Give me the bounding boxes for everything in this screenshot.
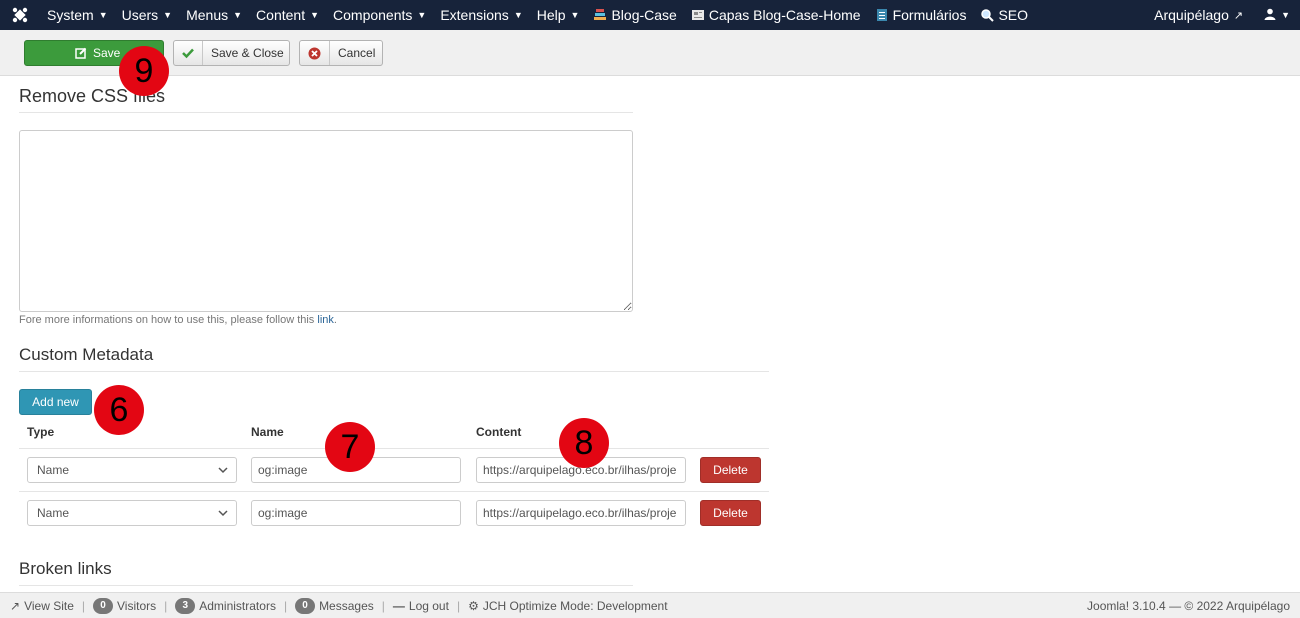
meta-name-input[interactable]: og:image bbox=[251, 500, 461, 526]
menu-components[interactable]: Components ▼ bbox=[333, 7, 426, 23]
user-icon bbox=[1264, 7, 1276, 23]
divider bbox=[19, 371, 769, 372]
separator: | bbox=[456, 598, 461, 613]
edit-icon bbox=[75, 47, 87, 59]
chevron-down-icon bbox=[218, 507, 228, 521]
magnifier-icon bbox=[980, 8, 995, 22]
separator: | bbox=[381, 598, 385, 613]
separator: | bbox=[283, 598, 288, 613]
step-marker: 7 bbox=[325, 422, 375, 472]
quicklink-seo[interactable]: SEO bbox=[980, 7, 1028, 23]
table-divider bbox=[19, 491, 769, 492]
menu-users[interactable]: Users ▼ bbox=[122, 7, 172, 23]
quicklink-formularios[interactable]: Formulários bbox=[875, 7, 966, 23]
meta-content-input[interactable]: https://arquipelago.eco.br/ilhas/proje bbox=[476, 500, 686, 526]
menu-system[interactable]: System ▼ bbox=[47, 7, 108, 23]
messages-badge: 0 bbox=[295, 597, 316, 614]
caret-down-icon: ▼ bbox=[310, 10, 320, 20]
top-navbar: System ▼ Users ▼ Menus ▼ Content ▼ Component… bbox=[0, 0, 1300, 30]
separator: | bbox=[81, 598, 85, 613]
step-marker: 6 bbox=[94, 385, 144, 435]
divider bbox=[19, 112, 633, 113]
save-close-button[interactable]: Save & Close bbox=[173, 40, 290, 66]
caret-down-icon: ▼ bbox=[163, 10, 173, 20]
messages-status[interactable]: 0 Messages bbox=[295, 597, 374, 614]
site-link[interactable]: Arquipélago ↗ bbox=[1154, 7, 1243, 23]
external-link-icon: ↗ bbox=[1233, 9, 1244, 22]
delete-button[interactable]: Delete bbox=[700, 457, 761, 483]
view-site-link[interactable]: ↗ View Site bbox=[10, 599, 74, 613]
visitors-status[interactable]: 0 Visitors bbox=[93, 597, 156, 614]
caret-down-icon: ▼ bbox=[1281, 10, 1290, 20]
minus-icon: — bbox=[392, 598, 405, 613]
menu-help[interactable]: Help ▼ bbox=[537, 7, 580, 23]
add-new-button[interactable]: Add new bbox=[19, 389, 92, 415]
chevron-down-icon bbox=[218, 464, 228, 478]
status-footer: ↗ View Site | 0 Visitors | 3 Administrat… bbox=[0, 592, 1300, 618]
jch-optimize-status[interactable]: ⚙ JCH Optimize Mode: Development bbox=[468, 599, 668, 613]
custom-metadata-title: Custom Metadata bbox=[19, 345, 154, 364]
copyright-text: Joomla! 3.10.4 — © 2022 Arquipélago bbox=[1087, 598, 1290, 613]
type-select[interactable]: Name bbox=[27, 500, 237, 526]
broken-links-title: Broken links bbox=[19, 559, 112, 578]
type-select[interactable]: Name bbox=[27, 457, 237, 483]
caret-down-icon: ▼ bbox=[233, 10, 243, 20]
caret-down-icon: ▼ bbox=[98, 10, 108, 20]
remove-css-textarea[interactable] bbox=[19, 130, 633, 312]
table-divider bbox=[19, 448, 769, 449]
divider bbox=[19, 585, 633, 586]
admins-badge: 3 bbox=[175, 597, 196, 614]
menu-menus[interactable]: Menus ▼ bbox=[186, 7, 242, 23]
quicklink-blog-case[interactable]: Blog-Case bbox=[593, 7, 677, 23]
form-icon bbox=[875, 8, 889, 22]
newspaper-icon bbox=[691, 8, 705, 22]
caret-down-icon: ▼ bbox=[417, 10, 427, 20]
joomla-logo-icon[interactable] bbox=[0, 7, 40, 23]
menu-content[interactable]: Content ▼ bbox=[256, 7, 319, 23]
visitors-badge: 0 bbox=[93, 597, 113, 614]
step-marker: 8 bbox=[559, 418, 609, 468]
col-header-content: Content bbox=[476, 425, 522, 439]
col-header-name: Name bbox=[251, 425, 284, 439]
external-link-icon: ↗ bbox=[10, 598, 21, 613]
logout-link[interactable]: — Log out bbox=[393, 599, 449, 613]
help-text: Fore more informations on how to use thi… bbox=[19, 314, 337, 326]
step-marker: 9 bbox=[119, 46, 169, 96]
menu-extensions[interactable]: Extensions ▼ bbox=[440, 7, 522, 23]
administrators-status[interactable]: 3 Administrators bbox=[175, 597, 276, 614]
col-header-type: Type bbox=[27, 425, 55, 439]
books-icon bbox=[593, 8, 607, 22]
navbar-right: Arquipélago ↗ ▼ bbox=[1147, 7, 1300, 23]
caret-down-icon: ▼ bbox=[513, 10, 523, 20]
check-icon bbox=[182, 41, 203, 65]
toolbar: Save Save & Close Cancel bbox=[0, 30, 1300, 76]
caret-down-icon: ▼ bbox=[570, 10, 580, 20]
cancel-button[interactable]: Cancel bbox=[299, 40, 383, 66]
cancel-circle-icon bbox=[308, 41, 330, 65]
help-link[interactable]: link bbox=[317, 314, 334, 326]
user-menu[interactable]: ▼ bbox=[1264, 7, 1290, 23]
separator: | bbox=[164, 598, 168, 613]
quicklink-capas[interactable]: Capas Blog-Case-Home bbox=[691, 7, 861, 23]
delete-button[interactable]: Delete bbox=[700, 500, 761, 526]
gear-icon: ⚙ bbox=[468, 598, 479, 613]
